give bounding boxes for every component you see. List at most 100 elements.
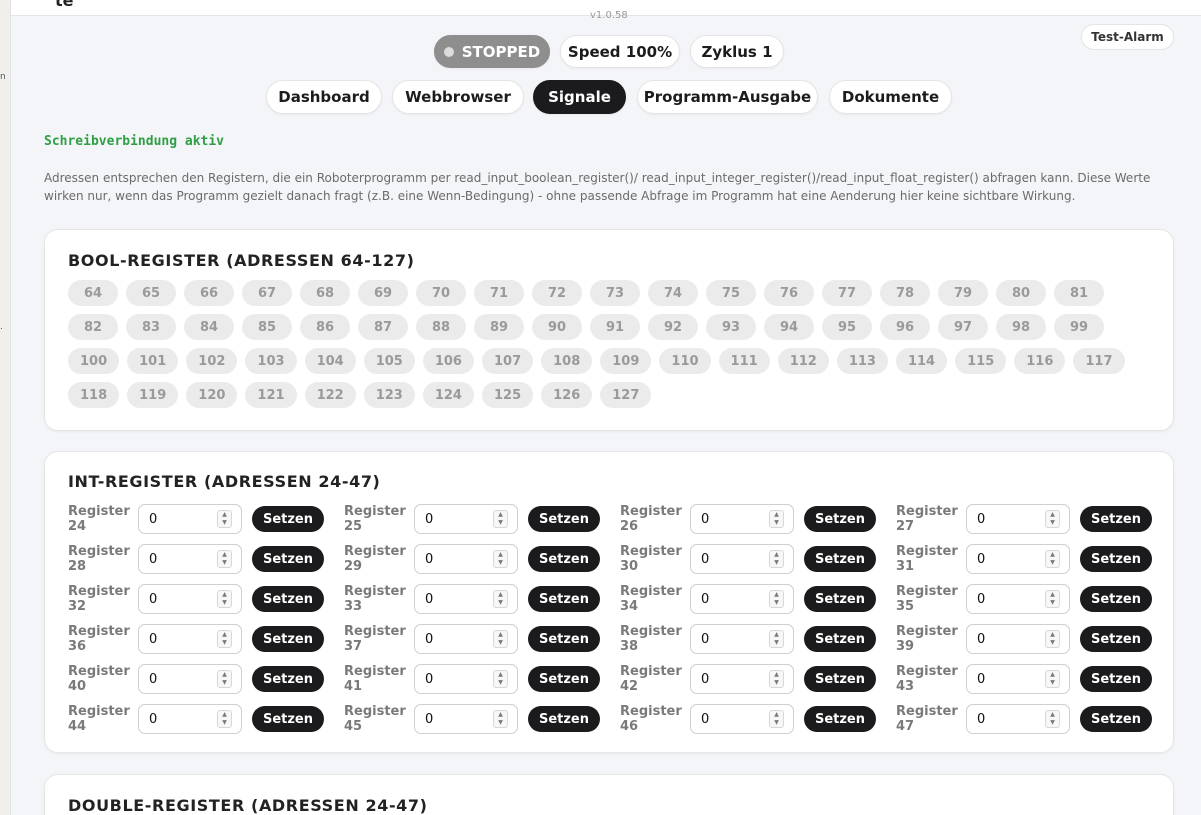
int-register-input[interactable]: 0 ▲ ▼ [690,624,794,654]
int-register-input[interactable]: 0 ▲ ▼ [414,624,518,654]
set-register-button[interactable]: Setzen [528,546,600,572]
bool-register-chip[interactable]: 74 [648,280,698,306]
spinner-arrows-icon[interactable]: ▲ ▼ [217,510,232,528]
bool-register-chip[interactable]: 91 [590,314,640,340]
bool-register-chip[interactable]: 83 [126,314,176,340]
set-register-button[interactable]: Setzen [528,706,600,732]
int-register-input[interactable]: 0 ▲ ▼ [966,664,1070,694]
bool-register-chip[interactable]: 73 [590,280,640,306]
bool-register-chip[interactable]: 107 [481,348,534,374]
set-register-button[interactable]: Setzen [804,706,876,732]
spinner-arrows-icon[interactable]: ▲ ▼ [769,550,784,568]
spinner-arrows-icon[interactable]: ▲ ▼ [493,510,508,528]
bool-register-chip[interactable]: 104 [304,348,356,374]
int-register-input[interactable]: 0 ▲ ▼ [138,584,242,614]
set-register-button[interactable]: Setzen [252,546,324,572]
int-register-input[interactable]: 0 ▲ ▼ [414,584,518,614]
int-register-input[interactable]: 0 ▲ ▼ [966,544,1070,574]
bool-register-chip[interactable]: 92 [648,314,698,340]
bool-register-chip[interactable]: 112 [777,348,829,374]
bool-register-chip[interactable]: 78 [880,280,930,306]
spinner-arrows-icon[interactable]: ▲ ▼ [769,590,784,608]
bool-register-chip[interactable]: 80 [996,280,1046,306]
int-register-input[interactable]: 0 ▲ ▼ [690,504,794,534]
bool-register-chip[interactable]: 106 [422,348,474,374]
bool-register-chip[interactable]: 118 [68,382,120,408]
int-register-input[interactable]: 0 ▲ ▼ [966,504,1070,534]
bool-register-chip[interactable]: 71 [474,280,524,306]
tab-webbrowser[interactable]: Webbrowser [392,80,524,114]
bool-register-chip[interactable]: 90 [532,314,582,340]
set-register-button[interactable]: Setzen [1080,666,1152,692]
bool-register-chip[interactable]: 127 [600,382,652,408]
bool-register-chip[interactable]: 115 [955,348,1007,374]
set-register-button[interactable]: Setzen [252,666,324,692]
spinner-arrows-icon[interactable]: ▲ ▼ [769,710,784,728]
bool-register-chip[interactable]: 68 [300,280,350,306]
int-register-input[interactable]: 0 ▲ ▼ [690,544,794,574]
set-register-button[interactable]: Setzen [1080,586,1152,612]
bool-register-chip[interactable]: 93 [706,314,756,340]
bool-register-chip[interactable]: 66 [184,280,234,306]
bool-register-chip[interactable]: 67 [242,280,292,306]
bool-register-chip[interactable]: 65 [126,280,176,306]
bool-register-chip[interactable]: 84 [184,314,234,340]
spinner-arrows-icon[interactable]: ▲ ▼ [1045,510,1060,528]
set-register-button[interactable]: Setzen [528,506,600,532]
set-register-button[interactable]: Setzen [528,666,600,692]
spinner-arrows-icon[interactable]: ▲ ▼ [493,710,508,728]
spinner-arrows-icon[interactable]: ▲ ▼ [493,590,508,608]
bool-register-chip[interactable]: 101 [127,348,179,374]
int-register-input[interactable]: 0 ▲ ▼ [138,544,242,574]
spinner-arrows-icon[interactable]: ▲ ▼ [1045,630,1060,648]
int-register-input[interactable]: 0 ▲ ▼ [414,704,518,734]
bool-register-chip[interactable]: 85 [242,314,292,340]
tab-signale[interactable]: Signale [533,80,626,114]
bool-register-chip[interactable]: 77 [822,280,872,306]
bool-register-chip[interactable]: 69 [358,280,408,306]
bool-register-chip[interactable]: 110 [659,348,711,374]
spinner-arrows-icon[interactable]: ▲ ▼ [217,590,232,608]
bool-register-chip[interactable]: 64 [68,280,118,306]
int-register-input[interactable]: 0 ▲ ▼ [966,584,1070,614]
set-register-button[interactable]: Setzen [528,626,600,652]
int-register-input[interactable]: 0 ▲ ▼ [966,624,1070,654]
set-register-button[interactable]: Setzen [804,506,876,532]
bool-register-chip[interactable]: 95 [822,314,872,340]
int-register-input[interactable]: 0 ▲ ▼ [138,504,242,534]
set-register-button[interactable]: Setzen [804,586,876,612]
int-register-input[interactable]: 0 ▲ ▼ [414,504,518,534]
int-register-input[interactable]: 0 ▲ ▼ [414,664,518,694]
bool-register-chip[interactable]: 81 [1054,280,1104,306]
bool-register-chip[interactable]: 113 [836,348,888,374]
set-register-button[interactable]: Setzen [804,546,876,572]
bool-register-chip[interactable]: 94 [764,314,814,340]
spinner-arrows-icon[interactable]: ▲ ▼ [1045,590,1060,608]
bool-register-chip[interactable]: 76 [764,280,814,306]
set-register-button[interactable]: Setzen [252,706,324,732]
set-register-button[interactable]: Setzen [252,586,324,612]
int-register-input[interactable]: 0 ▲ ▼ [966,704,1070,734]
bool-register-chip[interactable]: 117 [1073,348,1125,374]
bool-register-chip[interactable]: 88 [416,314,466,340]
set-register-button[interactable]: Setzen [804,626,876,652]
set-register-button[interactable]: Setzen [528,586,600,612]
bool-register-chip[interactable]: 75 [706,280,756,306]
spinner-arrows-icon[interactable]: ▲ ▼ [217,550,232,568]
spinner-arrows-icon[interactable]: ▲ ▼ [769,670,784,688]
test-alarm-button[interactable]: Test-Alarm [1081,24,1174,50]
int-register-input[interactable]: 0 ▲ ▼ [690,664,794,694]
int-register-input[interactable]: 0 ▲ ▼ [138,664,242,694]
bool-register-chip[interactable]: 98 [996,314,1046,340]
set-register-button[interactable]: Setzen [252,626,324,652]
bool-register-chip[interactable]: 87 [358,314,408,340]
bool-register-chip[interactable]: 109 [600,348,652,374]
set-register-button[interactable]: Setzen [252,506,324,532]
bool-register-chip[interactable]: 79 [938,280,988,306]
int-register-input[interactable]: 0 ▲ ▼ [690,704,794,734]
tab-dashboard[interactable]: Dashboard [266,80,382,114]
spinner-arrows-icon[interactable]: ▲ ▼ [1045,550,1060,568]
bool-register-chip[interactable]: 120 [186,382,238,408]
set-register-button[interactable]: Setzen [1080,706,1152,732]
bool-register-chip[interactable]: 119 [127,382,179,408]
